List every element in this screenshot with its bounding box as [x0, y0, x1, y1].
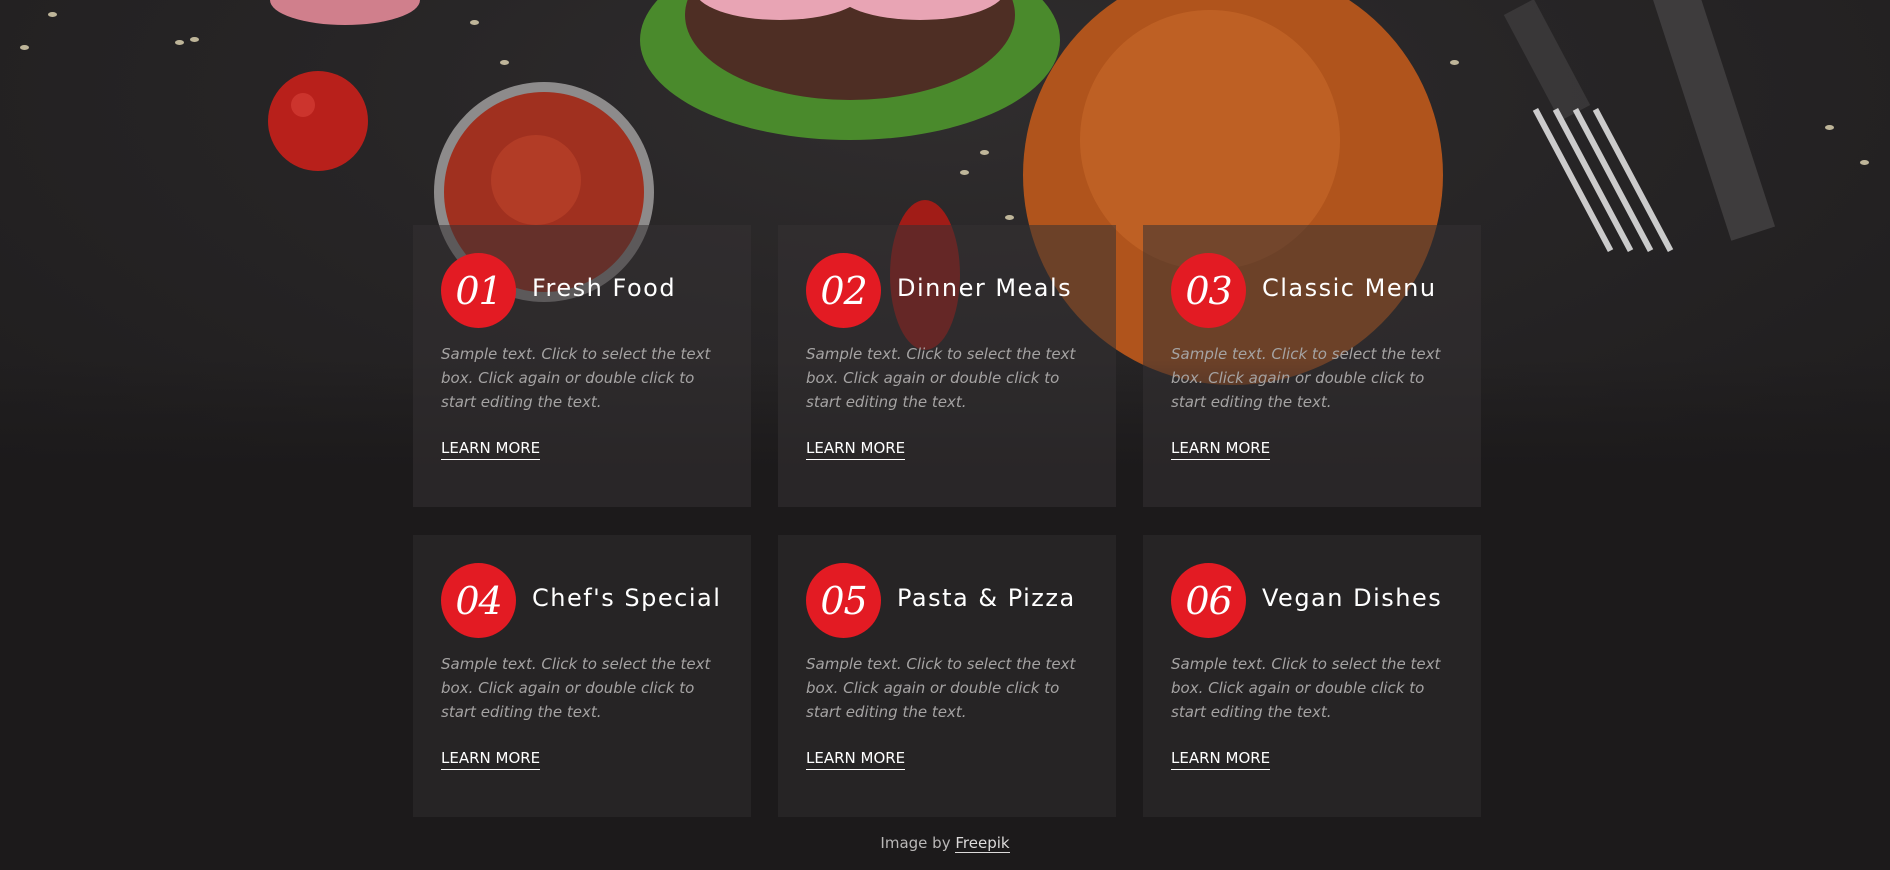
card-title: Dinner Meals — [897, 274, 1073, 302]
image-credit: Image by Freepik — [0, 834, 1890, 853]
feature-card-3: 03 Classic Menu Sample text. Click to se… — [1143, 225, 1481, 507]
learn-more-link[interactable]: LEARN MORE — [441, 749, 541, 770]
feature-card-6: 06 Vegan Dishes Sample text. Click to se… — [1143, 535, 1481, 817]
learn-more-link[interactable]: LEARN MORE — [806, 439, 906, 460]
card-title: Pasta & Pizza — [897, 584, 1076, 612]
learn-more-link[interactable]: LEARN MORE — [441, 439, 541, 460]
card-description: Sample text. Click to select the text bo… — [1171, 345, 1441, 411]
card-title: Fresh Food — [532, 274, 677, 302]
card-title: Classic Menu — [1262, 274, 1437, 302]
card-number-badge: 03 — [1171, 253, 1246, 328]
freepik-link[interactable]: Freepik — [955, 834, 1010, 853]
tomato — [268, 71, 368, 171]
card-number-badge: 02 — [806, 253, 881, 328]
card-number-badge: 01 — [441, 253, 516, 328]
card-description: Sample text. Click to select the text bo… — [806, 345, 1076, 411]
card-number-badge: 04 — [441, 563, 516, 638]
card-title: Vegan Dishes — [1262, 584, 1443, 612]
fork — [1503, 0, 1674, 253]
feature-card-1: 01 Fresh Food Sample text. Click to sele… — [413, 225, 751, 507]
pickle-bowl — [270, 0, 420, 25]
feature-card-4: 04 Chef's Special Sample text. Click to … — [413, 535, 751, 817]
card-number-badge: 06 — [1171, 563, 1246, 638]
learn-more-link[interactable]: LEARN MORE — [1171, 439, 1271, 460]
card-description: Sample text. Click to select the text bo… — [441, 345, 711, 411]
card-number-badge: 05 — [806, 563, 881, 638]
knife — [1650, 0, 1776, 241]
feature-card-2: 02 Dinner Meals Sample text. Click to se… — [778, 225, 1116, 507]
learn-more-link[interactable]: LEARN MORE — [806, 749, 906, 770]
card-description: Sample text. Click to select the text bo… — [1171, 655, 1441, 721]
image-credit-prefix: Image by — [880, 834, 951, 852]
card-title: Chef's Special — [532, 584, 722, 612]
feature-card-5: 05 Pasta & Pizza Sample text. Click to s… — [778, 535, 1116, 817]
card-description: Sample text. Click to select the text bo… — [441, 655, 711, 721]
learn-more-link[interactable]: LEARN MORE — [1171, 749, 1271, 770]
card-description: Sample text. Click to select the text bo… — [806, 655, 1076, 721]
